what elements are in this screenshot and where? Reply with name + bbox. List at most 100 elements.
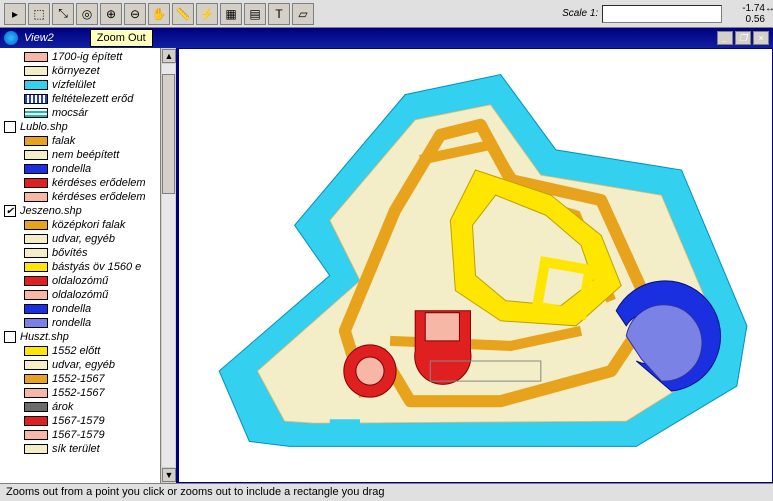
legend-item[interactable]: rondella [2, 316, 176, 330]
tool-zoom-in[interactable]: ⊕ [100, 3, 122, 25]
layer-group-header[interactable]: Huszt.shp [2, 330, 176, 344]
tool-identify[interactable]: ◎ [76, 3, 98, 25]
legend-item[interactable]: udvar, egyéb [2, 232, 176, 246]
legend-label: környezet [52, 65, 100, 77]
legend-swatch [24, 388, 48, 398]
window-minimize-button[interactable]: _ [717, 31, 733, 45]
legend-label: rondella [52, 163, 91, 175]
legend-swatch [24, 52, 48, 62]
tool-tooltip: Zoom Out [90, 29, 153, 47]
layer-checkbox[interactable]: ✔ [4, 205, 16, 217]
legend-swatch [24, 164, 48, 174]
window-maximize-button[interactable]: ❐ [735, 31, 751, 45]
legend-item[interactable]: vízfelület [2, 78, 176, 92]
legend-item[interactable]: rondella [2, 302, 176, 316]
scale-input[interactable] [602, 5, 722, 23]
scroll-down-button[interactable]: ▼ [162, 468, 176, 482]
legend-swatch [24, 430, 48, 440]
legend-swatch [24, 94, 48, 104]
legend-swatch [24, 136, 48, 146]
view-titlebar: View2 Zoom Out _ ❐ × [0, 28, 773, 48]
legend-item[interactable]: udvar, egyéb [2, 358, 176, 372]
legend-item[interactable]: feltételezett erőd [2, 92, 176, 106]
legend-label: rondella [52, 317, 91, 329]
legend-label: 1567-1579 [52, 429, 105, 441]
legend-item[interactable]: 1567-1579 [2, 428, 176, 442]
legend-item[interactable]: bővítés [2, 246, 176, 260]
coordinate-readout: -1.74 0.56 [724, 3, 769, 25]
legend-label: falak [52, 135, 75, 147]
legend-item[interactable]: középkori falak [2, 218, 176, 232]
globe-icon [4, 31, 18, 45]
legend-label: sík terület [52, 443, 100, 455]
legend-item[interactable]: rondella [2, 162, 176, 176]
legend-label: udvar, egyéb [52, 233, 115, 245]
scale-display: Scale 1: [562, 5, 722, 23]
legend-item[interactable]: falak [2, 134, 176, 148]
legend-label: oldalozómű [52, 275, 108, 287]
legend-label: 1567-1579 [52, 415, 105, 427]
legend-item[interactable]: árok [2, 400, 176, 414]
legend-label: bástyás öv 1560 e [52, 261, 141, 273]
window-close-button[interactable]: × [753, 31, 769, 45]
tool-flash[interactable]: ⚡ [196, 3, 218, 25]
view-title-text: View2 [24, 32, 54, 44]
tool-area[interactable]: ▱ [292, 3, 314, 25]
legend-swatch [24, 304, 48, 314]
tool-pointer[interactable]: ▸ [4, 3, 26, 25]
legend-label: kérdéses erődelem [52, 177, 146, 189]
legend-swatch [24, 248, 48, 258]
legend-item[interactable]: 1567-1579 [2, 414, 176, 428]
coord-y: 0.56 [742, 14, 765, 25]
legend-item[interactable]: kérdéses erődelem [2, 176, 176, 190]
tool-text[interactable]: T [268, 3, 290, 25]
tool-zoom-out[interactable]: ⊖ [124, 3, 146, 25]
scroll-up-button[interactable]: ▲ [162, 49, 176, 63]
legend-swatch [24, 360, 48, 370]
legend-label: 1700-ig épített [52, 51, 122, 63]
legend-item[interactable]: nem beépített [2, 148, 176, 162]
tool-properties[interactable]: ▤ [244, 3, 266, 25]
map-svg [179, 49, 772, 482]
legend-item[interactable]: 1552-1567 [2, 386, 176, 400]
legend-item[interactable]: bástyás öv 1560 e [2, 260, 176, 274]
map-canvas[interactable] [178, 48, 773, 483]
tool-select[interactable]: ⬚ [28, 3, 50, 25]
legend-label: rondella [52, 303, 91, 315]
legend-swatch [24, 234, 48, 244]
layer-group-name: Jeszeno.shp [20, 205, 82, 217]
legend-label: mocsár [52, 107, 88, 119]
layer-group-name: Huszt.shp [20, 331, 69, 343]
tool-grid[interactable]: ▦ [220, 3, 242, 25]
legend-swatch [24, 192, 48, 202]
legend-swatch [24, 374, 48, 384]
main-toolbar: ▸ ⬚ ⤡ ◎ ⊕ ⊖ ✋ 📏 ⚡ ▦ ▤ T ▱ Scale 1: -1.74… [0, 0, 773, 28]
legend-swatch [24, 262, 48, 272]
scroll-thumb[interactable] [162, 74, 175, 194]
layer-checkbox[interactable] [4, 331, 16, 343]
layer-group-header[interactable]: ✔ Jeszeno.shp [2, 204, 176, 218]
legend-item[interactable]: környezet [2, 64, 176, 78]
coord-x: -1.74 [742, 3, 765, 14]
tool-measure[interactable]: 📏 [172, 3, 194, 25]
legend-item[interactable]: mocsár [2, 106, 176, 120]
legend-item[interactable]: sík terület [2, 442, 176, 456]
legend-swatch [24, 108, 48, 118]
legend-label: vízfelület [52, 79, 95, 91]
legend-item[interactable]: 1700-ig épített [2, 50, 176, 64]
layer-checkbox[interactable] [4, 121, 16, 133]
legend-swatch [24, 150, 48, 160]
toc-scrollbar[interactable]: ▲ ▼ [160, 48, 176, 483]
table-of-contents[interactable]: 1700-ig épített környezet vízfelületfeltét… [0, 48, 178, 483]
scale-label: Scale 1: [562, 8, 598, 19]
tool-vertex[interactable]: ⤡ [52, 3, 74, 25]
layer-group-header[interactable]: Lublo.shp [2, 120, 176, 134]
legend-item[interactable]: oldalozómű [2, 288, 176, 302]
tool-pan[interactable]: ✋ [148, 3, 170, 25]
legend-label: 1552-1567 [52, 373, 105, 385]
legend-swatch [24, 346, 48, 356]
legend-item[interactable]: kérdéses erődelem [2, 190, 176, 204]
legend-item[interactable]: oldalozómű [2, 274, 176, 288]
legend-item[interactable]: 1552 előtt [2, 344, 176, 358]
legend-item[interactable]: 1552-1567 [2, 372, 176, 386]
